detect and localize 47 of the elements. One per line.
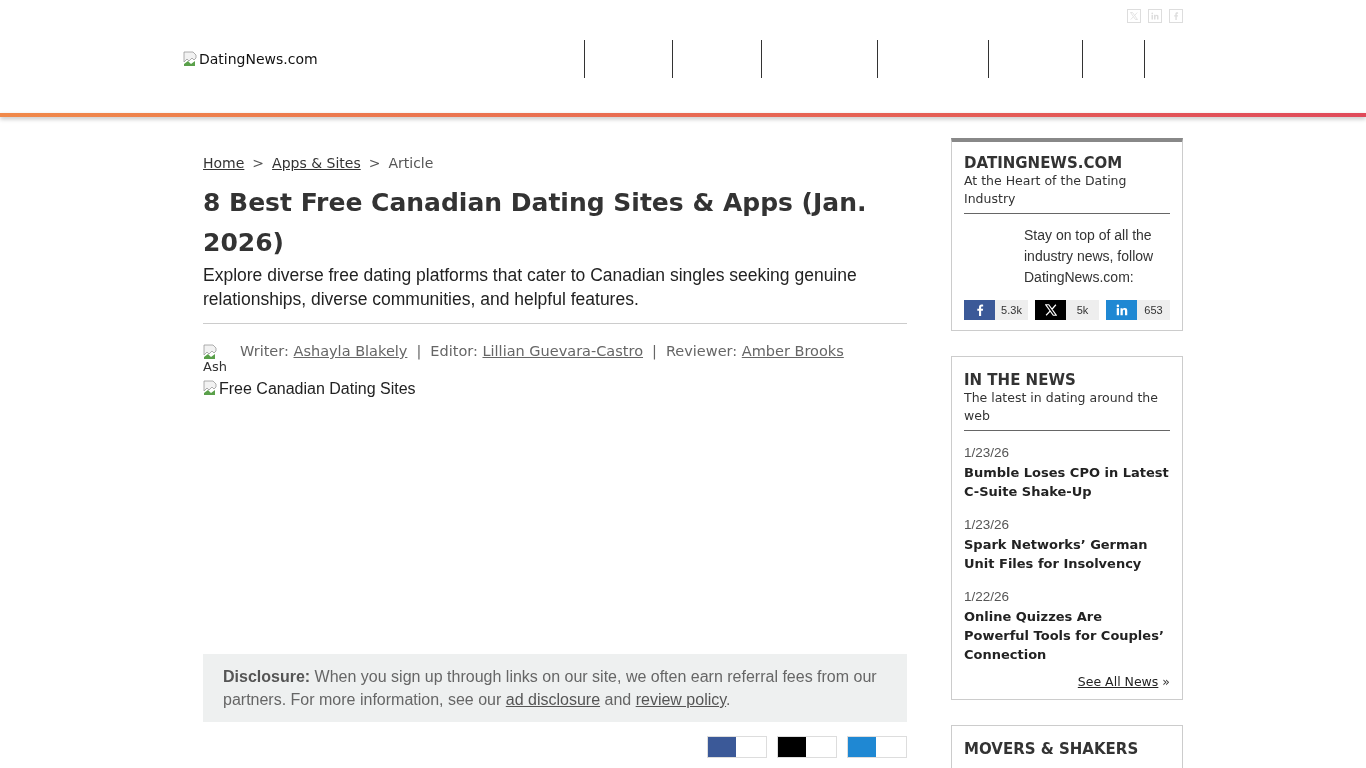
credit-separator: | — [416, 343, 422, 359]
broken-image-icon — [183, 51, 199, 67]
credit-role: Reviewer: — [665, 343, 738, 359]
card-title: DATINGNEWS.COM — [964, 154, 1124, 172]
card-title: MOVERS & SHAKERS — [964, 740, 1140, 758]
disclosure-link[interactable]: ad disclosure — [505, 691, 601, 708]
share-button[interactable] — [707, 736, 767, 758]
broken-image-icon — [203, 344, 219, 360]
credit-role: Editor: — [430, 343, 478, 359]
x-icon — [1044, 304, 1057, 316]
follow-button[interactable]: 5.3k — [964, 300, 1028, 320]
disclosure-link[interactable]: review policy — [635, 691, 727, 708]
author-link[interactable]: Lillian Guevara-Castro — [482, 343, 643, 359]
follow-button[interactable]: 5k — [1035, 300, 1099, 320]
card-title: IN THE NEWS — [964, 371, 1077, 389]
news-date: 1/23/26 — [964, 517, 1011, 532]
author-link[interactable]: Amber Brooks — [741, 343, 844, 359]
news-headline[interactable]: Spark Networks’ German Unit Files for Insolvency — [964, 535, 1170, 573]
linkedin-icon — [1115, 304, 1128, 316]
breadcrumb-current: Article — [388, 155, 434, 171]
see-all-link[interactable]: See All News — [1077, 674, 1159, 689]
card-tagline: At the Heart of the Dating Industry — [964, 172, 1170, 214]
article-title: 8 Best Free Canadian Dating Sites & Apps (Jan. 2026) — [203, 187, 868, 259]
image-alt-text: Free Canadian Dating Sites — [219, 380, 416, 398]
follow-text: Stay on top of all the industry news, follow DatingNews.com: — [1024, 226, 1155, 287]
breadcrumb-link[interactable]: Apps & Sites — [272, 155, 361, 171]
news-headline[interactable]: Online Quizzes Are Powerful Tools for Couples’ Connection — [964, 607, 1170, 664]
follow-button[interactable]: 653 — [1106, 300, 1170, 320]
news-date: 1/22/26 — [964, 589, 1011, 604]
chevron-mark: » — [1162, 674, 1170, 689]
disclosure-text: Disclosure: When you sign up through links on our site, we often earn referral fees from our partners. For more information, see our ad disclosure and review policy. — [223, 667, 878, 710]
facebook-icon — [1172, 12, 1180, 20]
credit-separator: | — [652, 343, 657, 359]
article-subtitle: Explore diverse free dating platforms that cater to Canadian singles seeking genuine relationships, diverse communities, and helpful features. — [203, 263, 907, 324]
linkedin-icon — [1151, 12, 1159, 20]
author-avatar: Ash — [203, 344, 234, 374]
breadcrumb-separator: > — [368, 155, 381, 171]
breadcrumb-link[interactable]: Home — [203, 155, 245, 171]
author-link[interactable]: Ashayla Blakely — [293, 343, 408, 359]
card-tagline: The latest in dating around the web — [964, 389, 1170, 431]
breadcrumb-separator: > — [252, 155, 265, 171]
news-headline[interactable]: Bumble Loses CPO in Latest C-Suite Shake-Up — [964, 463, 1170, 501]
share-button[interactable] — [777, 736, 837, 758]
news-date: 1/23/26 — [964, 445, 1011, 460]
x-icon — [1130, 12, 1138, 20]
credit-role: Writer: — [240, 343, 289, 359]
broken-image-icon — [203, 380, 219, 396]
